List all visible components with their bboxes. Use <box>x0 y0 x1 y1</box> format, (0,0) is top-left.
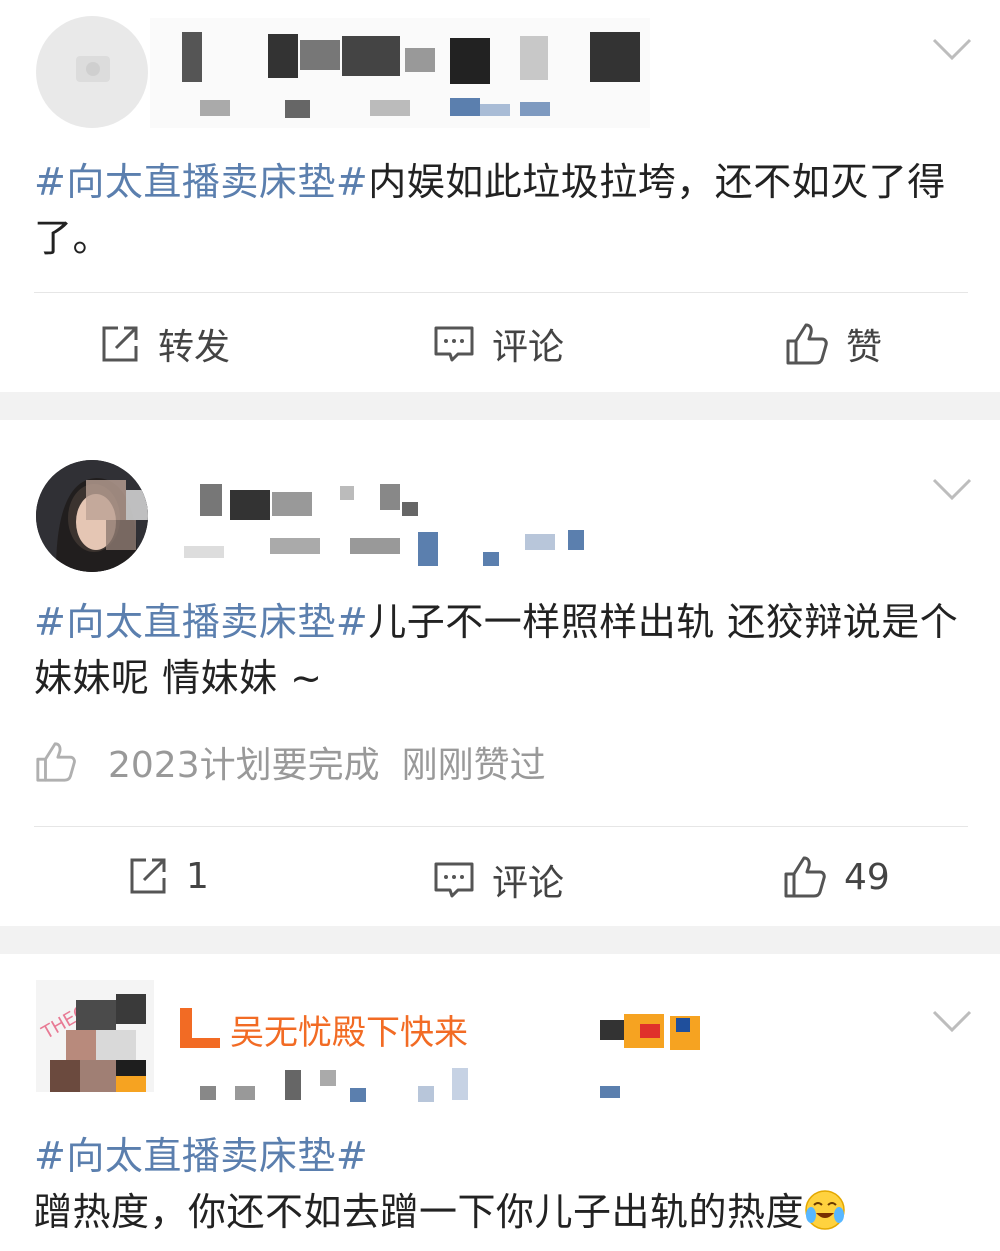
thumbs-up-icon <box>36 742 76 782</box>
post-separator <box>0 392 1000 420</box>
repost-icon <box>102 326 138 362</box>
post-content: 蹭热度，你还不如去蹭一下你儿子出轨的热度 <box>34 1190 805 1234</box>
comment-label: 评论 <box>492 863 565 904</box>
hashtag-link[interactable]: #向太直播卖床垫# <box>34 1134 368 1178</box>
avatar[interactable]: THEO <box>36 980 154 1092</box>
chevron-down-icon[interactable] <box>930 1006 974 1036</box>
svg-text:吴无忧殿下快来: 吴无忧殿下快来 <box>230 1013 468 1053</box>
divider <box>34 292 968 293</box>
repost-icon <box>130 858 166 894</box>
comment-label: 评论 <box>492 327 565 368</box>
post-text: #向太直播卖床垫# 蹭热度，你还不如去蹭一下你儿子出轨的热度 <box>34 1128 970 1240</box>
repost-button[interactable]: 转发 <box>98 318 230 370</box>
post-text: #向太直播卖床垫#内娱如此垃圾拉垮，还不如灭了得了。 <box>34 154 970 266</box>
post-separator <box>0 926 1000 954</box>
crying-laughing-emoji-icon <box>805 1190 845 1230</box>
avatar-placeholder-icon <box>76 56 110 82</box>
avatar[interactable] <box>36 16 148 128</box>
post-card: #向太直播卖床垫#内娱如此垃圾拉垮，还不如灭了得了。 转发 评论 赞 <box>0 0 1000 392</box>
avatar[interactable] <box>36 460 148 572</box>
liked-by-row[interactable]: 2023计划要完成 刚刚赞过 <box>34 736 546 788</box>
username-censored[interactable] <box>180 472 600 572</box>
comment-button[interactable]: 评论 <box>432 854 564 906</box>
post-text: #向太直播卖床垫#儿子不一样照样出轨 还狡辩说是个妹妹呢 情妹妹 ~ <box>34 594 970 706</box>
thumbs-up-icon <box>786 323 828 365</box>
like-button[interactable]: 赞 <box>784 318 882 370</box>
post-card: #向太直播卖床垫#儿子不一样照样出轨 还狡辩说是个妹妹呢 情妹妹 ~ 2023计… <box>0 420 1000 926</box>
username[interactable]: 吴无忧殿下快来 <box>180 1004 720 1060</box>
hashtag-link[interactable]: #向太直播卖床垫# <box>34 600 368 644</box>
divider <box>34 826 968 827</box>
like-button[interactable]: 49 <box>782 854 890 900</box>
username-censored[interactable] <box>150 18 650 128</box>
repost-count: 1 <box>186 855 209 897</box>
comment-button[interactable]: 评论 <box>432 318 564 370</box>
like-label: 赞 <box>846 327 883 368</box>
repost-label: 转发 <box>158 327 231 368</box>
repost-button[interactable]: 1 <box>126 854 209 898</box>
chevron-down-icon[interactable] <box>930 34 974 64</box>
liked-by-name[interactable]: 2023计划要完成 <box>108 736 380 788</box>
post-card: THEO 吴无忧殿下快来 #向太直播卖床垫# 蹭热度，你还不如去蹭一下你儿子出轨… <box>0 954 1000 1251</box>
like-count: 49 <box>844 856 890 898</box>
hashtag-link[interactable]: #向太直播卖床垫# <box>34 160 368 204</box>
comment-icon <box>434 862 474 898</box>
user-meta-censored <box>180 1064 640 1104</box>
liked-status: 刚刚赞过 <box>401 745 546 786</box>
thumbs-up-icon <box>784 856 826 898</box>
chevron-down-icon[interactable] <box>930 474 974 504</box>
comment-icon <box>434 326 474 362</box>
